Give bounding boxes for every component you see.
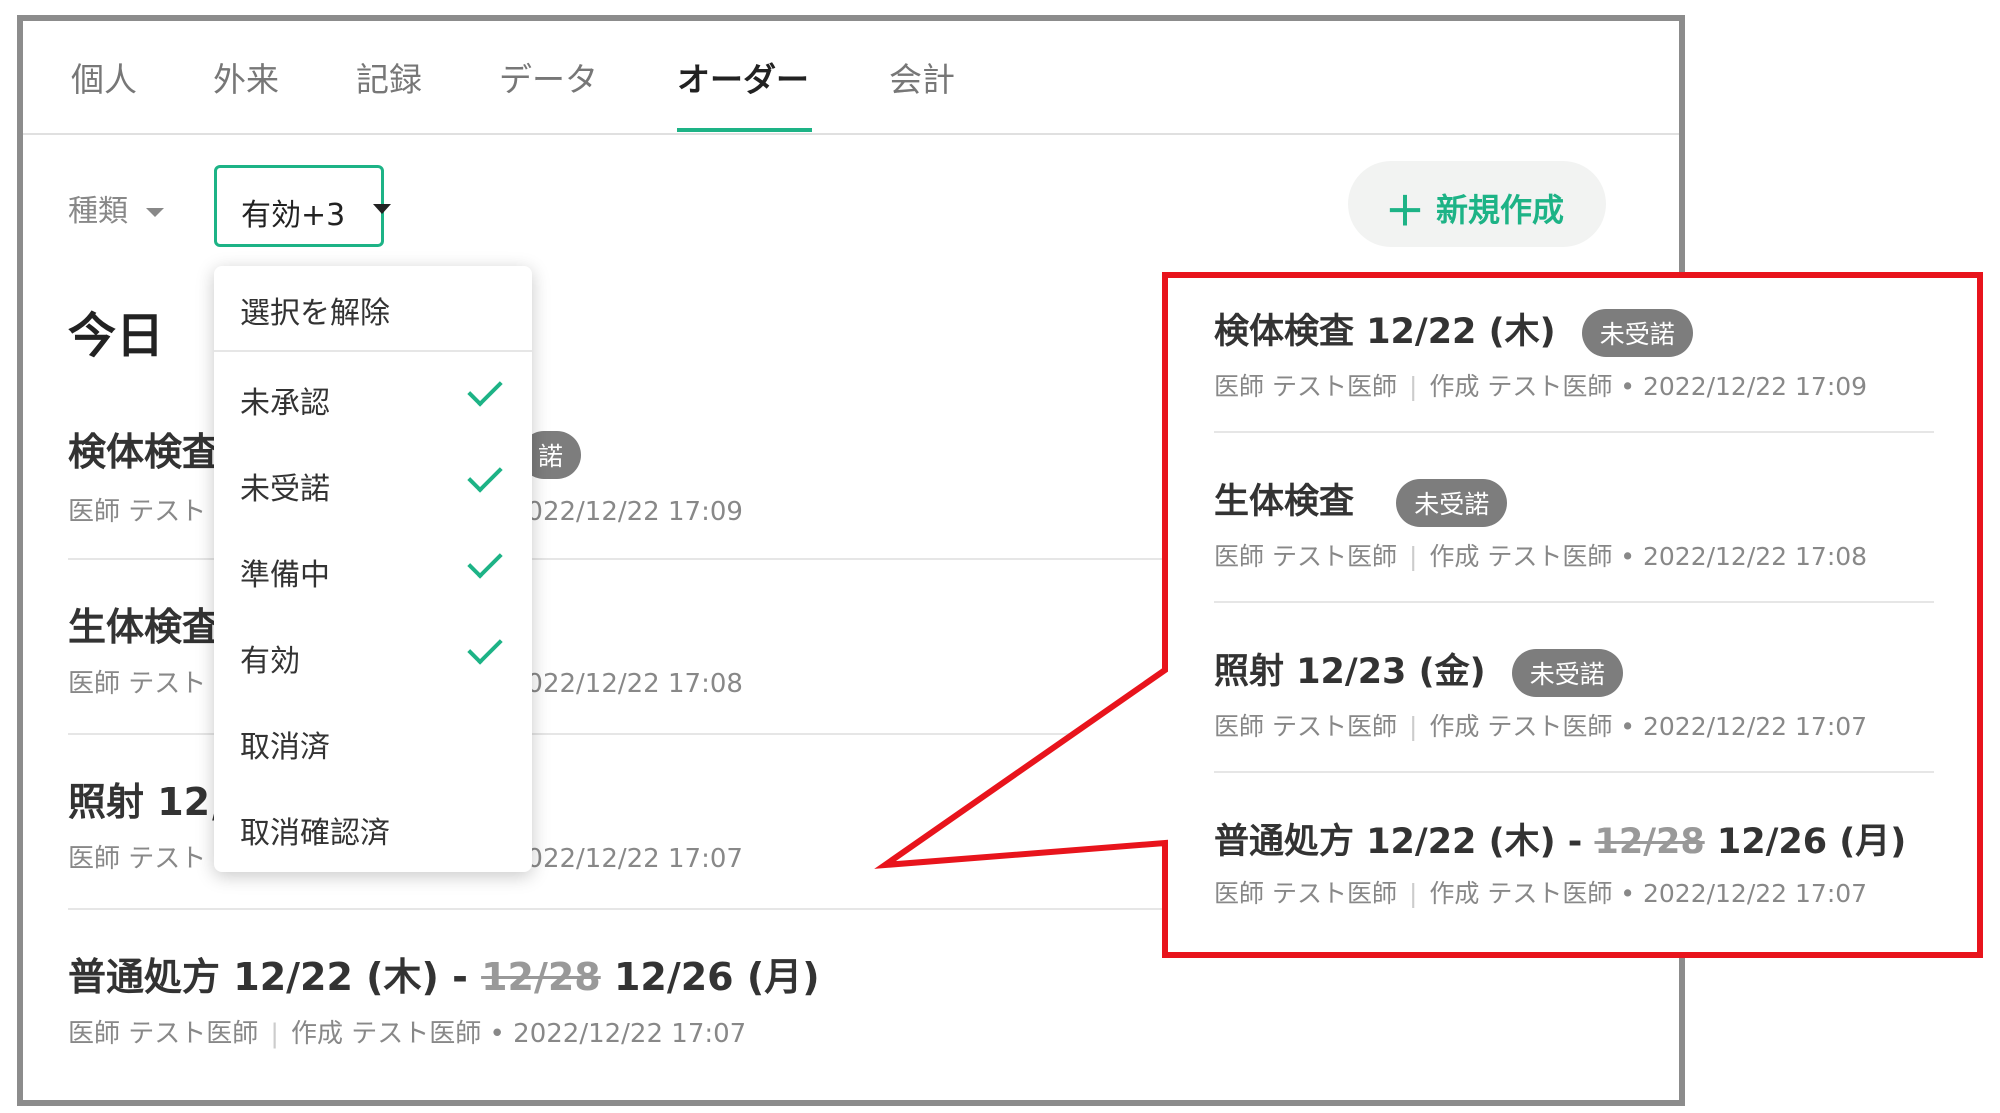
option-label: 有効 [240, 644, 300, 679]
order-new-date: 12/26 (月) [1716, 822, 1907, 862]
order-doctor: 医師 テスト [68, 669, 207, 699]
check-icon [467, 543, 503, 579]
new-order-button[interactable]: ＋ 新規作成 [1348, 161, 1606, 247]
check-icon [467, 629, 503, 665]
row-divider [1214, 771, 1934, 773]
order-date: 12/22 (木) [1366, 312, 1556, 352]
order-new-date: 12/26 (月) [613, 955, 820, 999]
section-title-today: 今日 [68, 308, 165, 364]
tab-personal[interactable]: 個人 [71, 53, 137, 101]
dropdown-clear-selection[interactable]: 選択を解除 [214, 266, 532, 350]
order-created: 作成 テスト医師 • 2022/12/22 17:07 [291, 1019, 747, 1049]
tab-outpatient[interactable]: 外来 [213, 53, 279, 101]
option-label: 準備中 [240, 558, 330, 593]
tab-records[interactable]: 記録 [356, 53, 422, 101]
option-label: 取消済 [240, 730, 330, 765]
order-row[interactable]: 普通処方 12/22 (木) - 12/28 12/26 (月) 医師 テスト医… [68, 946, 1168, 1050]
status-filter-value: 有効+3 [241, 198, 346, 233]
dropdown-divider [214, 350, 532, 352]
order-name: 検体検査 [1214, 312, 1355, 352]
chevron-down-icon [146, 208, 164, 217]
status-badge: 未受諾 [1396, 479, 1508, 527]
row-divider [68, 908, 1168, 910]
order-name: 普通処方 [68, 955, 221, 999]
clear-selection-label: 選択を解除 [240, 296, 390, 331]
tab-orders[interactable]: オーダー [677, 53, 809, 101]
order-name: 検体検査 [68, 430, 221, 474]
order-created: 作成 テスト医師 • 2022/12/22 17:07 [1429, 879, 1868, 908]
active-tab-indicator [677, 128, 812, 132]
order-doctor: 医師 テスト医師 [1214, 542, 1397, 571]
order-row[interactable]: 生体検査 未受諾 医師 テスト医師 | 作成 テスト医師 • 2022/12/22 … [1214, 473, 1934, 573]
order-doctor: 医師 テスト医師 [68, 1019, 259, 1049]
order-name: 普通処方 [1214, 822, 1355, 862]
row-divider [1214, 431, 1934, 433]
dropdown-option-preparing[interactable]: 準備中 [214, 528, 532, 612]
order-old-date: 12/28 [481, 955, 601, 999]
order-created: 作成 テスト医師 • 2022/12/22 17:07 [1429, 712, 1868, 741]
dropdown-option-unaccepted[interactable]: 未受諾 [214, 442, 532, 526]
zoom-callout: 検体検査 12/22 (木) 未受諾 医師 テスト医師 | 作成 テスト医師 • 2… [1198, 285, 1968, 950]
dropdown-option-unapproved[interactable]: 未承認 [214, 356, 532, 440]
status-badge: 未受諾 [1511, 649, 1623, 697]
order-doctor: 医師 テスト医師 [1214, 372, 1397, 401]
order-date: 12/22 (木) - [233, 955, 468, 999]
option-label: 未受諾 [240, 472, 330, 507]
option-label: 未承認 [240, 386, 330, 421]
option-label: 取消確認済 [240, 816, 390, 851]
dropdown-option-cancel-confirmed[interactable]: 取消確認済 [214, 786, 532, 870]
order-old-date: 12/28 [1594, 822, 1705, 862]
order-created: 作成 テスト医師 • 2022/12/22 17:08 [1429, 542, 1868, 571]
check-icon [467, 371, 503, 407]
type-filter[interactable]: 種類 [68, 186, 164, 230]
tab-data[interactable]: データ [499, 53, 598, 101]
status-filter-select[interactable]: 有効+3 [214, 165, 391, 247]
order-row[interactable]: 検体検査 12/22 (木) 未受諾 医師 テスト医師 | 作成 テスト医師 • 2… [1214, 303, 1934, 403]
order-date: 12/22 (木) - [1366, 822, 1583, 862]
status-dropdown-menu: 選択を解除 未承認 未受諾 準備中 有効 取消済 取消確認済 [214, 266, 532, 872]
order-name: 照射 [1214, 652, 1285, 692]
plus-icon: ＋ [1385, 189, 1425, 235]
check-icon [467, 457, 503, 493]
tab-bar: 個人 外来 記録 データ オーダー 会計 [23, 21, 1679, 135]
order-doctor: 医師 テスト [68, 496, 207, 527]
order-date: 12/23 (金) [1296, 652, 1486, 692]
row-divider [1214, 601, 1934, 603]
type-filter-label: 種類 [68, 194, 128, 229]
order-row[interactable]: 照射 12/23 (金) 未受諾 医師 テスト医師 | 作成 テスト医師 • 202… [1214, 643, 1934, 743]
dropdown-option-cancelled[interactable]: 取消済 [214, 700, 532, 784]
status-badge: 未受諾 [1581, 309, 1693, 357]
order-created: 作成 テスト医師 • 2022/12/22 17:09 [1429, 372, 1868, 401]
order-row[interactable]: 普通処方 12/22 (木) - 12/28 12/26 (月) 医師 テスト医… [1214, 813, 1934, 910]
order-doctor: 医師 テスト医師 [1214, 712, 1397, 741]
dropdown-option-active[interactable]: 有効 [214, 614, 532, 698]
tab-billing[interactable]: 会計 [889, 53, 955, 101]
order-name: 生体検査 [1214, 482, 1355, 522]
order-doctor: 医師 テスト医師 [1214, 879, 1397, 908]
order-doctor: 医師 テスト [68, 844, 207, 874]
caret-down-icon [373, 204, 391, 214]
new-order-label: 新規作成 [1436, 191, 1565, 229]
